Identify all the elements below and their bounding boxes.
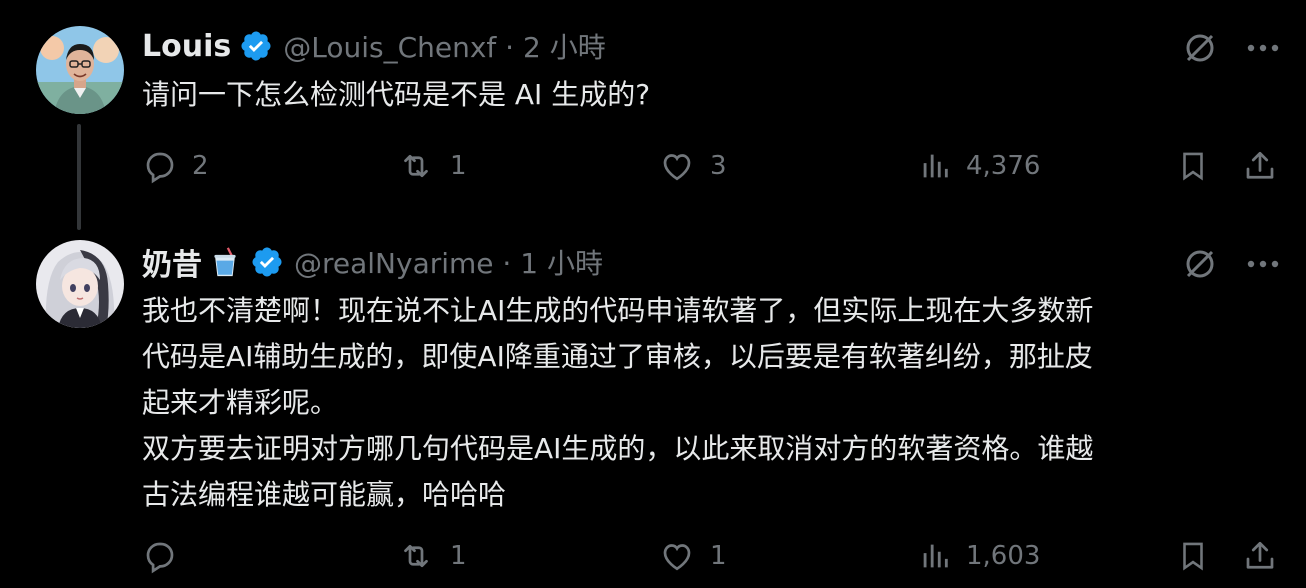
like-icon [663, 154, 691, 181]
reply-count: 2 [192, 151, 209, 181]
views-button[interactable]: 4,376 [918, 142, 1040, 190]
share-button[interactable] [1242, 532, 1278, 580]
like-count: 1 [710, 541, 727, 571]
repost-count: 1 [450, 151, 467, 181]
tweet-header: Louis @Louis_Chenxf · 2 小時 [142, 26, 606, 66]
repost-icon [404, 544, 428, 568]
tweet-actions: 2 1 3 4,376 [142, 142, 1282, 190]
bookmark-button[interactable] [1176, 532, 1210, 580]
handle-timestamp[interactable]: @realNyarime · 1 小時 [294, 242, 603, 282]
repost-button[interactable]: 1 [396, 532, 467, 580]
bookmark-icon [1183, 152, 1203, 181]
more-icon[interactable] [1246, 259, 1280, 269]
avatar-louis[interactable] [36, 26, 124, 114]
handle-timestamp[interactable]: @Louis_Chenxf · 2 小時 [283, 26, 605, 66]
like-button[interactable]: 3 [658, 142, 727, 190]
tweet-top-actions [1182, 242, 1280, 286]
avatar-nyarime[interactable] [36, 240, 124, 328]
share-icon [1246, 541, 1274, 569]
tweet-text: 我也不清楚啊！现在说不让AI生成的代码申请软著了，但实际上现在大多数新 代码是A… [142, 294, 1094, 511]
tweet-header: 奶昔 @realNyarime · 1 小時 [142, 240, 603, 284]
verified-badge-icon [252, 247, 282, 277]
views-count: 1,603 [966, 541, 1041, 571]
repost-icon [404, 154, 428, 178]
reply-button[interactable]: 2 [142, 142, 209, 190]
like-button[interactable]: 1 [658, 532, 727, 580]
views-button[interactable]: 1,603 [918, 532, 1040, 580]
tweet-text: 请问一下怎么检测代码是不是 AI 生成的? [142, 78, 651, 111]
views-count: 4,376 [966, 151, 1041, 181]
tweet-actions: 1 1 1,603 [142, 532, 1282, 580]
repost-button[interactable]: 1 [396, 142, 467, 190]
thread-line [77, 124, 81, 230]
verified-badge-icon [241, 31, 271, 61]
like-count: 3 [710, 151, 727, 181]
views-icon [923, 544, 948, 568]
share-button[interactable] [1242, 142, 1278, 190]
like-icon [663, 544, 691, 571]
reply-icon [146, 152, 174, 184]
repost-count: 1 [450, 541, 467, 571]
grok-icon[interactable] [1182, 30, 1218, 66]
grok-icon[interactable] [1182, 246, 1218, 282]
reply-icon [146, 542, 174, 574]
bookmark-button[interactable] [1176, 142, 1210, 190]
bookmark-icon [1183, 542, 1203, 571]
display-name[interactable]: 奶昔 [142, 240, 202, 284]
display-name[interactable]: Louis [142, 29, 231, 64]
reply-button[interactable] [142, 532, 192, 580]
more-icon[interactable] [1246, 43, 1280, 53]
views-icon [923, 154, 948, 178]
share-icon [1246, 151, 1274, 179]
tweet-top-actions [1182, 26, 1280, 70]
milkshake-emoji [214, 247, 236, 277]
